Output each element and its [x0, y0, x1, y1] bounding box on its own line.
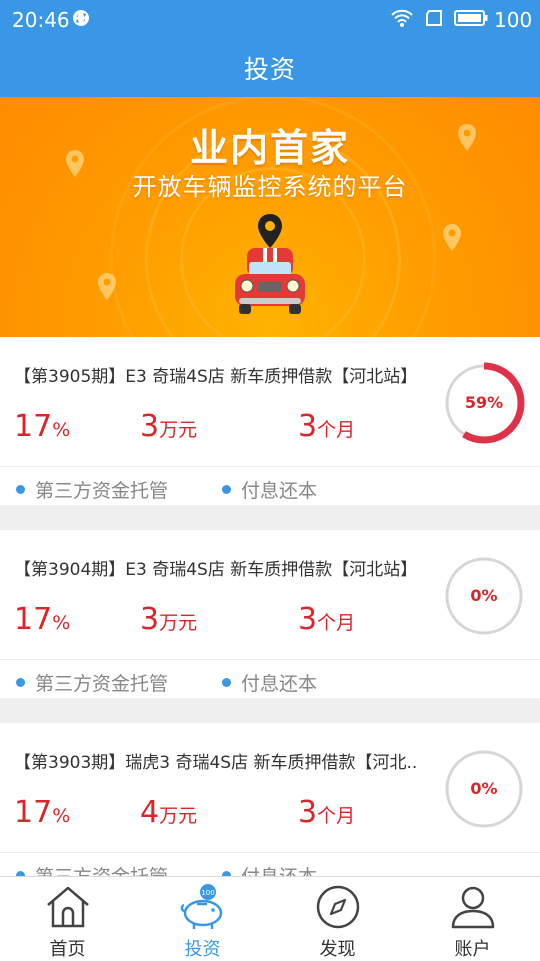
status-time: 20:46	[12, 8, 70, 32]
progress-label: 59%	[464, 393, 504, 412]
loan-rate: 17%	[14, 795, 71, 830]
bullet-dot	[16, 485, 25, 494]
app-header: 20:46 100 投资	[0, 0, 540, 97]
divider	[0, 659, 540, 660]
loan-term: 3个月	[298, 409, 356, 444]
progress-label: 0%	[470, 586, 498, 605]
user-icon	[451, 886, 495, 929]
sync-icon	[73, 10, 89, 26]
progress-label: 0%	[470, 779, 498, 798]
bullet-dot	[222, 678, 231, 687]
feature-tag: 第三方资金托管	[16, 476, 168, 503]
feature-tag: 付息还本	[222, 669, 317, 696]
tab-discover[interactable]: 发现	[270, 877, 405, 961]
bullet-dot	[222, 485, 231, 494]
loan-card[interactable]: 【第3905期】E3 奇瑞4S店 新车质押借款【河北站】 17% 3万元 3个月…	[0, 337, 540, 505]
invest-badge: 100	[201, 889, 214, 897]
loan-name: 【第3905期】E3 奇瑞4S店 新车质押借款【河北站】	[14, 367, 418, 387]
feature-tag: 付息还本	[222, 476, 317, 503]
divider	[0, 466, 540, 467]
loan-name: 【第3904期】E3 奇瑞4S店 新车质押借款【河北站】	[14, 560, 418, 580]
loan-rate: 17%	[14, 409, 71, 444]
banner-subline: 开放车辆监控系统的平台	[132, 173, 408, 201]
tab-label: 发现	[319, 939, 356, 960]
bullet-dot	[16, 678, 25, 687]
wifi-icon	[391, 9, 413, 27]
loan-amount: 3万元	[140, 409, 198, 444]
battery-icon	[454, 10, 488, 26]
location-pin-icon	[443, 224, 461, 251]
battery-percent: 100	[494, 8, 533, 32]
loan-card[interactable]: 【第3904期】E3 奇瑞4S店 新车质押借款【河北站】 17% 3万元 3个月…	[0, 530, 540, 698]
car-icon	[235, 214, 305, 314]
banner-headline: 业内首家	[189, 126, 350, 170]
loan-term: 3个月	[298, 795, 356, 830]
tab-label: 首页	[49, 939, 86, 960]
loan-card[interactable]: 【第3903期】瑞虎3 奇瑞4S店 新车质押借款【河北.. 17% 4万元 3个…	[0, 723, 540, 891]
home-icon	[47, 886, 89, 928]
feature-tag: 第三方资金托管	[16, 669, 168, 696]
compass-icon	[316, 885, 360, 929]
tab-label: 投资	[184, 939, 221, 960]
loan-rate: 17%	[14, 602, 71, 637]
loan-amount: 4万元	[140, 795, 198, 830]
loan-term: 3个月	[298, 602, 356, 637]
sim-card-icon	[426, 10, 442, 26]
page-title: 投资	[243, 55, 296, 84]
tab-label: 账户	[454, 939, 491, 960]
tab-home[interactable]: 首页	[0, 877, 135, 961]
bottom-tab-bar: 首页 100 投资 发现 账户	[0, 876, 540, 961]
loan-amount: 3万元	[140, 602, 198, 637]
divider	[0, 852, 540, 853]
status-bar: 20:46 100	[0, 0, 540, 38]
loan-name: 【第3903期】瑞虎3 奇瑞4S店 新车质押借款【河北..	[14, 753, 418, 773]
tab-account[interactable]: 账户	[405, 877, 540, 961]
location-pin-icon	[98, 273, 116, 300]
tab-invest[interactable]: 100 投资	[135, 877, 270, 961]
piggy-bank-icon: 100	[180, 884, 223, 929]
promo-banner[interactable]: 业内首家 开放车辆监控系统的平台	[0, 97, 540, 337]
